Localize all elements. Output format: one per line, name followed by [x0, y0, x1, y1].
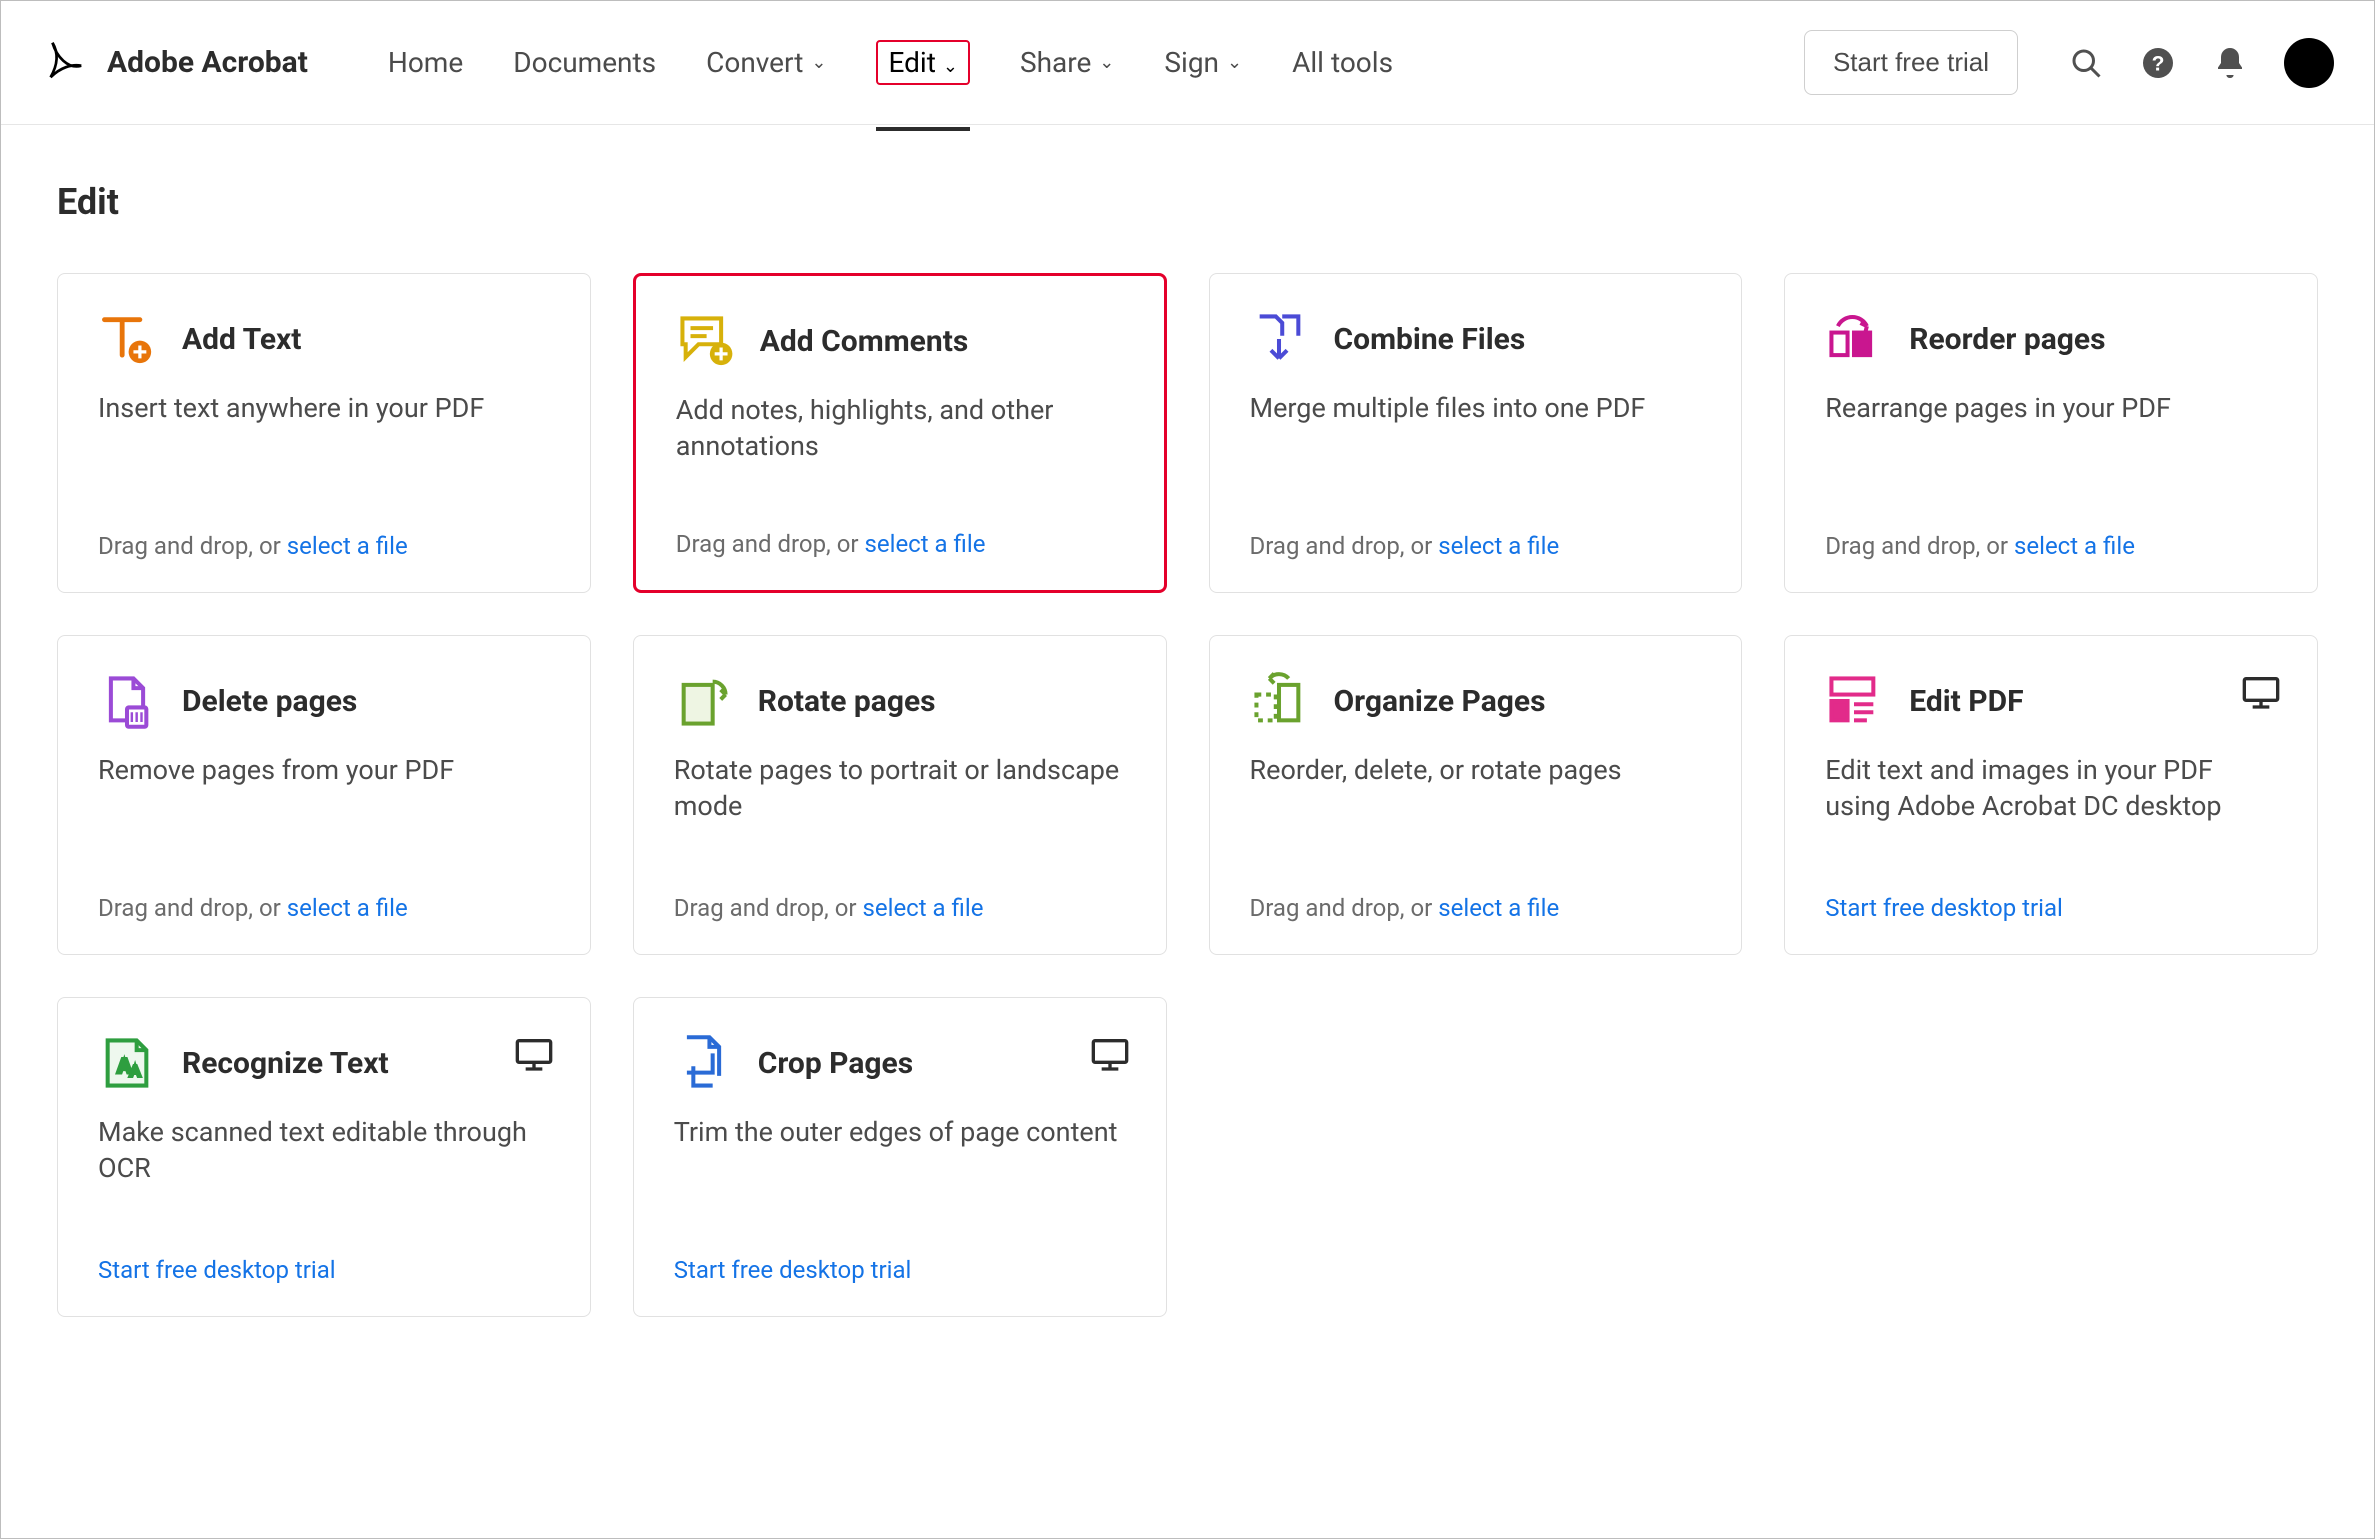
nav-convert[interactable]: Convert ⌄: [706, 0, 826, 125]
chevron-down-icon: ⌄: [811, 52, 826, 73]
avatar[interactable]: [2284, 38, 2334, 88]
card-desc: Merge multiple files into one PDF: [1250, 390, 1702, 426]
card-title: Edit PDF: [1909, 684, 2023, 719]
desktop-trial-link[interactable]: Start free desktop trial: [674, 1256, 912, 1284]
recognize-text-icon: AA: [98, 1034, 156, 1092]
card-desc: Edit text and images in your PDF using A…: [1825, 752, 2277, 825]
card-desc: Add notes, highlights, and other annotat…: [676, 392, 1124, 465]
add-text-icon: [98, 310, 156, 368]
card-desc: Rotate pages to portrait or landscape mo…: [674, 752, 1126, 825]
chevron-down-icon: ⌄: [1227, 52, 1242, 73]
desktop-icon: [514, 1034, 554, 1074]
card-title: Combine Files: [1334, 322, 1526, 357]
card-desc: Rearrange pages in your PDF: [1825, 390, 2277, 426]
card-combine-files[interactable]: Combine Files Merge multiple files into …: [1209, 273, 1743, 593]
card-action: Drag and drop, or select a file: [98, 532, 550, 560]
card-title: Recognize Text: [182, 1046, 389, 1081]
card-desc: Reorder, delete, or rotate pages: [1250, 752, 1702, 788]
select-file-link[interactable]: select a file: [287, 894, 408, 922]
card-action: Start free desktop trial: [98, 1256, 550, 1284]
nav-label: Documents: [513, 46, 656, 79]
card-add-text[interactable]: Add Text Insert text anywhere in your PD…: [57, 273, 591, 593]
nav-label: Home: [388, 46, 463, 79]
edit-pdf-icon: [1825, 672, 1883, 730]
card-desc: Make scanned text editable through OCR: [98, 1114, 550, 1187]
card-title: Add Comments: [760, 324, 969, 359]
nav-edit[interactable]: Edit ⌄: [876, 0, 969, 131]
card-action: Drag and drop, or select a file: [1825, 532, 2277, 560]
card-action: Drag and drop, or select a file: [1250, 532, 1702, 560]
search-icon[interactable]: [2068, 45, 2104, 81]
nav-label: Sign: [1164, 46, 1219, 79]
combine-files-icon: [1250, 310, 1308, 368]
delete-pages-icon: [98, 672, 156, 730]
start-free-trial-button[interactable]: Start free trial: [1804, 30, 2018, 95]
card-edit-pdf[interactable]: Edit PDF Edit text and images in your PD…: [1784, 635, 2318, 955]
card-action: Start free desktop trial: [674, 1256, 1126, 1284]
card-crop-pages[interactable]: Crop Pages Trim the outer edges of page …: [633, 997, 1167, 1317]
help-icon[interactable]: ?: [2140, 45, 2176, 81]
brand: Adobe Acrobat: [41, 37, 308, 89]
nav-label: Convert: [706, 46, 803, 79]
card-add-comments[interactable]: Add Comments Add notes, highlights, and …: [633, 273, 1167, 593]
card-title: Delete pages: [182, 684, 357, 719]
card-desc: Insert text anywhere in your PDF: [98, 390, 550, 426]
app-header: Adobe Acrobat Home Documents Convert ⌄ E…: [1, 1, 2374, 125]
card-desc: Trim the outer edges of page content: [674, 1114, 1126, 1150]
card-reorder-pages[interactable]: Reorder pages Rearrange pages in your PD…: [1784, 273, 2318, 593]
nav-edit-highlight: Edit ⌄: [876, 40, 969, 85]
crop-pages-icon: [674, 1034, 732, 1092]
card-delete-pages[interactable]: Delete pages Remove pages from your PDF …: [57, 635, 591, 955]
header-actions: ?: [2068, 38, 2334, 88]
card-recognize-text[interactable]: AA Recognize Text Make scanned text edit…: [57, 997, 591, 1317]
brand-name: Adobe Acrobat: [107, 45, 308, 80]
card-action: Drag and drop, or select a file: [676, 530, 1124, 558]
page-body: Edit Add Text Insert text anywhere in yo…: [1, 125, 2374, 1357]
nav-share[interactable]: Share ⌄: [1020, 0, 1114, 125]
svg-text:A: A: [130, 1064, 140, 1080]
add-comments-icon: [676, 312, 734, 370]
card-organize-pages[interactable]: Organize Pages Reorder, delete, or rotat…: [1209, 635, 1743, 955]
desktop-trial-link[interactable]: Start free desktop trial: [1825, 894, 2063, 922]
select-file-link[interactable]: select a file: [2014, 532, 2135, 560]
nav-documents[interactable]: Documents: [513, 0, 656, 125]
card-title: Rotate pages: [758, 684, 936, 719]
bell-icon[interactable]: [2212, 45, 2248, 81]
card-action: Drag and drop, or select a file: [674, 894, 1126, 922]
desktop-trial-link[interactable]: Start free desktop trial: [98, 1256, 336, 1284]
nav-all-tools[interactable]: All tools: [1292, 0, 1393, 125]
card-action: Start free desktop trial: [1825, 894, 2277, 922]
card-title: Add Text: [182, 322, 301, 357]
select-file-link[interactable]: select a file: [287, 532, 408, 560]
acrobat-logo-icon: [41, 37, 87, 89]
tools-grid: Add Text Insert text anywhere in your PD…: [57, 273, 2318, 1317]
card-desc: Remove pages from your PDF: [98, 752, 550, 788]
nav-sign[interactable]: Sign ⌄: [1164, 0, 1242, 125]
card-rotate-pages[interactable]: Rotate pages Rotate pages to portrait or…: [633, 635, 1167, 955]
select-file-link[interactable]: select a file: [1438, 532, 1559, 560]
nav-label: All tools: [1292, 46, 1393, 79]
card-title: Reorder pages: [1909, 322, 2105, 357]
nav-label: Share: [1020, 46, 1091, 79]
card-action: Drag and drop, or select a file: [98, 894, 550, 922]
chevron-down-icon: ⌄: [943, 56, 958, 77]
reorder-pages-icon: [1825, 310, 1883, 368]
rotate-pages-icon: [674, 672, 732, 730]
card-title: Organize Pages: [1334, 684, 1546, 719]
desktop-icon: [2241, 672, 2281, 712]
nav-home[interactable]: Home: [388, 0, 463, 125]
select-file-link[interactable]: select a file: [1438, 894, 1559, 922]
top-nav: Home Documents Convert ⌄ Edit ⌄ Share ⌄ …: [388, 0, 1393, 131]
card-action: Drag and drop, or select a file: [1250, 894, 1702, 922]
page-title: Edit: [57, 181, 2318, 223]
organize-pages-icon: [1250, 672, 1308, 730]
select-file-link[interactable]: select a file: [863, 894, 984, 922]
select-file-link[interactable]: select a file: [865, 530, 986, 558]
svg-text:?: ?: [2152, 52, 2165, 75]
chevron-down-icon: ⌄: [1099, 52, 1114, 73]
nav-label: Edit: [888, 46, 935, 79]
card-title: Crop Pages: [758, 1046, 913, 1081]
desktop-icon: [1090, 1034, 1130, 1074]
